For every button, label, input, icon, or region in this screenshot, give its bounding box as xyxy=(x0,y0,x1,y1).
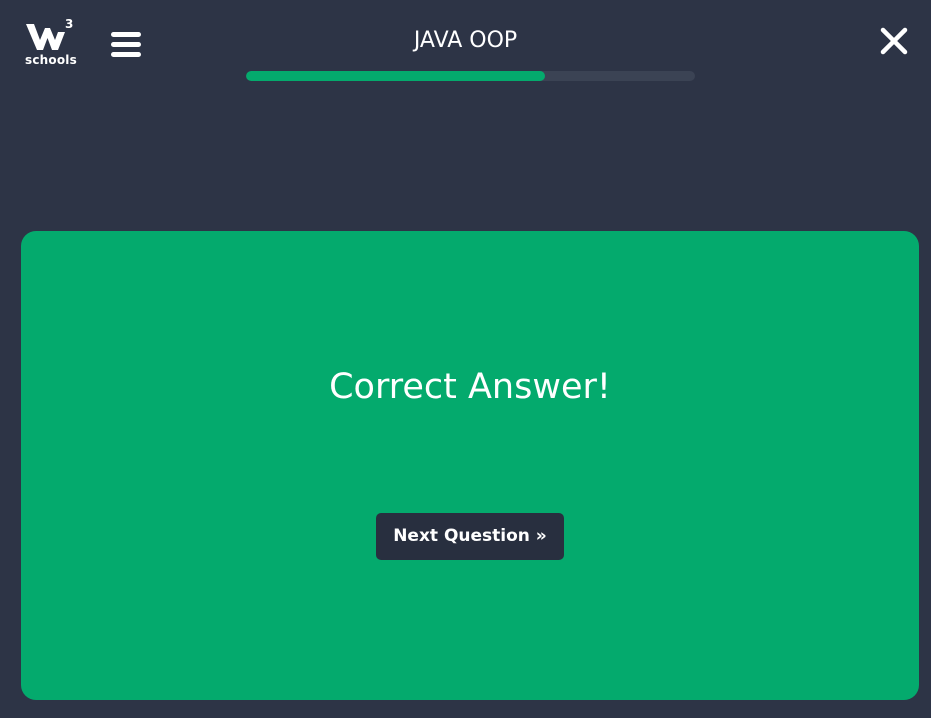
close-icon[interactable] xyxy=(877,24,911,58)
quiz-title: JAVA OOP xyxy=(413,28,518,53)
logo-text: schools xyxy=(25,53,77,67)
result-card: Correct Answer! Next Question » xyxy=(21,231,919,700)
close-x-glyph xyxy=(880,27,908,55)
progress-bar-fill xyxy=(246,71,545,81)
quiz-page: 3 schools JAVA OOP Correct Answer! Next … xyxy=(0,0,931,718)
progress-bar xyxy=(246,71,695,81)
result-message: Correct Answer! xyxy=(329,367,611,407)
next-question-button[interactable]: Next Question » xyxy=(376,513,564,560)
